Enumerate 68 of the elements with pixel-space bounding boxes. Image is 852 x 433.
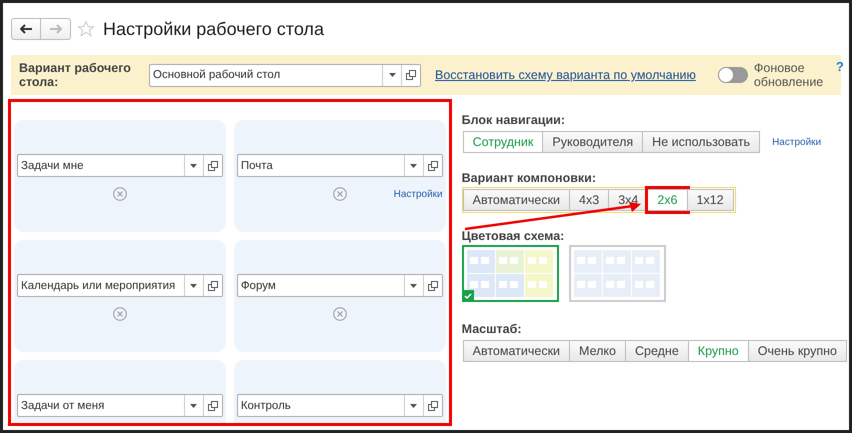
select-field[interactable]: Форум — [236, 274, 443, 297]
section-label: Масштаб: — [462, 322, 522, 336]
remove-icon[interactable] — [112, 187, 127, 201]
star-icon[interactable] — [77, 20, 95, 38]
select-field[interactable]: Почта — [236, 154, 443, 177]
section-label: Вариант компоновки: — [462, 171, 598, 185]
section-label: Блок навигации: — [462, 113, 566, 127]
settings-link[interactable]: Настройки — [394, 189, 443, 200]
scale-option[interactable]: Средне — [624, 340, 689, 362]
open-window-icon — [428, 280, 438, 290]
select-field[interactable]: Календарь или мероприятия — [17, 274, 223, 297]
remove-icon[interactable] — [332, 187, 347, 201]
open-button[interactable] — [422, 275, 442, 296]
open-button[interactable] — [202, 275, 222, 296]
open-window-icon — [428, 400, 438, 410]
select-field[interactable]: Основной рабочий стол — [149, 64, 421, 86]
window-title: Настройки рабочего стола — [103, 18, 324, 40]
caret-icon — [190, 284, 198, 288]
open-window-icon — [208, 160, 218, 170]
select-field[interactable]: Задачи от меня — [17, 394, 223, 417]
open-button[interactable] — [202, 395, 222, 416]
caret-icon — [190, 164, 198, 168]
select-value: Задачи мне — [20, 158, 84, 174]
open-button[interactable] — [202, 155, 222, 176]
field-label: Вариант рабочего стола: — [19, 61, 132, 89]
check-icon — [462, 290, 474, 302]
layout-option[interactable]: 4x3 — [569, 189, 610, 211]
toggle-label: Фоновое обновление — [754, 61, 824, 89]
restore-link[interactable]: Восстановить схему варианта по умолчанию — [435, 68, 696, 82]
layout-option[interactable]: 2x6 — [647, 189, 688, 211]
open-window-icon — [208, 400, 218, 410]
settings-link[interactable]: Настройки — [772, 136, 822, 148]
layout-option[interactable]: 1x12 — [686, 189, 734, 211]
caret-icon — [190, 404, 198, 408]
select-field[interactable]: Задачи мне — [17, 154, 223, 177]
open-button[interactable] — [401, 64, 420, 86]
open-window-icon — [406, 70, 416, 80]
navigation-option[interactable]: Сотрудник — [462, 131, 544, 153]
select-value: Календарь или мероприятия — [20, 278, 176, 294]
layout-option[interactable]: Автоматически — [462, 189, 570, 211]
open-button[interactable] — [422, 395, 442, 416]
scale-option[interactable]: Крупно — [688, 340, 749, 362]
select-value: Задачи от меня — [20, 398, 106, 414]
select-value: Форум — [240, 278, 277, 294]
caret-icon — [410, 404, 418, 408]
caret-icon — [388, 73, 396, 77]
back-arrow-icon — [20, 24, 32, 34]
scale-option[interactable]: Очень крупно — [748, 340, 847, 362]
select-value: Контроль — [240, 398, 292, 414]
caret-icon — [410, 164, 418, 168]
back-button[interactable] — [11, 18, 41, 40]
scale-option[interactable]: Мелко — [569, 340, 626, 362]
section-label: Цветовая схема: — [462, 229, 566, 243]
forward-arrow-icon — [50, 24, 62, 34]
open-button[interactable] — [422, 155, 442, 176]
remove-icon[interactable] — [112, 307, 127, 321]
select-value: Основной рабочий стол — [152, 68, 282, 83]
toggle-switch[interactable] — [718, 67, 748, 83]
select-value: Почта — [240, 158, 274, 174]
help-link[interactable]: ? — [836, 59, 844, 74]
open-window-icon — [208, 280, 218, 290]
select-field[interactable]: Контроль — [236, 394, 443, 417]
remove-icon[interactable] — [332, 307, 347, 321]
open-window-icon — [428, 160, 438, 170]
navigation-option[interactable]: Не использовать — [642, 131, 760, 153]
navigation-option[interactable]: Руководителя — [542, 131, 644, 153]
scale-option[interactable]: Автоматически — [462, 340, 570, 362]
caret-icon — [410, 284, 418, 288]
